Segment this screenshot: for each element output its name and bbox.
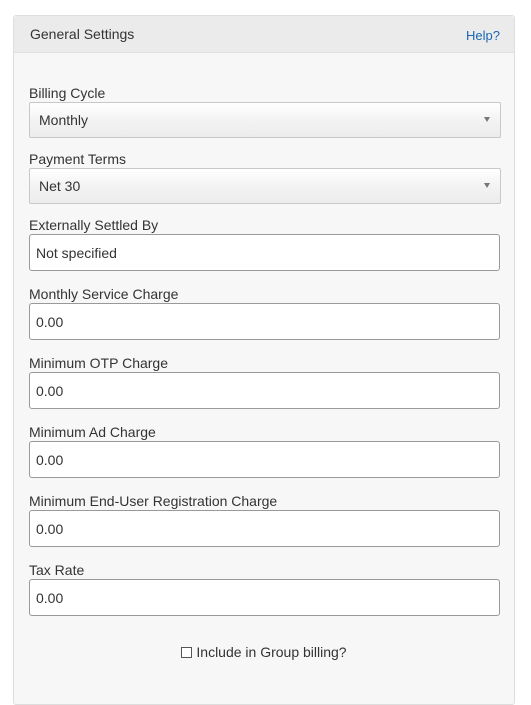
minimum-otp-charge-label: Minimum OTP Charge — [29, 355, 169, 371]
externally-settled-by-input[interactable] — [29, 234, 500, 271]
group-billing-label: Include in Group billing? — [196, 644, 347, 660]
payment-terms-value: Net 30 — [39, 178, 81, 194]
group-billing-checkbox[interactable] — [181, 646, 193, 658]
billing-cycle-value: Monthly — [39, 112, 89, 128]
group-billing-toggle[interactable]: Include in Group billing? — [181, 644, 347, 660]
help-link[interactable]: Help? — [466, 28, 500, 43]
group-billing-row: Include in Group billing? — [14, 644, 514, 661]
minimum-otp-charge-input[interactable] — [29, 372, 500, 409]
tax-rate-input[interactable] — [29, 579, 500, 616]
panel-title: General Settings — [30, 26, 135, 42]
minimum-ad-charge-input[interactable] — [29, 441, 500, 478]
billing-cycle-label: Billing Cycle — [29, 85, 106, 101]
general-settings-panel: General Settings Help? Billing Cycle Mon… — [13, 15, 515, 705]
panel-header: General Settings Help? — [14, 16, 514, 53]
tax-rate-label: Tax Rate — [29, 562, 85, 578]
externally-settled-by-label: Externally Settled By — [29, 217, 159, 233]
monthly-service-charge-label: Monthly Service Charge — [29, 286, 179, 302]
payment-terms-label: Payment Terms — [29, 151, 126, 167]
minimum-end-user-registration-charge-input[interactable] — [29, 510, 500, 547]
settings-form: Billing Cycle Monthly Payment Terms Net … — [29, 84, 501, 630]
payment-terms-select[interactable]: Net 30 — [29, 168, 501, 204]
monthly-service-charge-input[interactable] — [29, 303, 500, 340]
minimum-ad-charge-label: Minimum Ad Charge — [29, 424, 156, 440]
minimum-end-user-registration-charge-label: Minimum End-User Registration Charge — [29, 493, 278, 509]
chevron-down-icon — [484, 183, 490, 188]
billing-cycle-select[interactable]: Monthly — [29, 102, 501, 138]
chevron-down-icon — [484, 117, 490, 122]
